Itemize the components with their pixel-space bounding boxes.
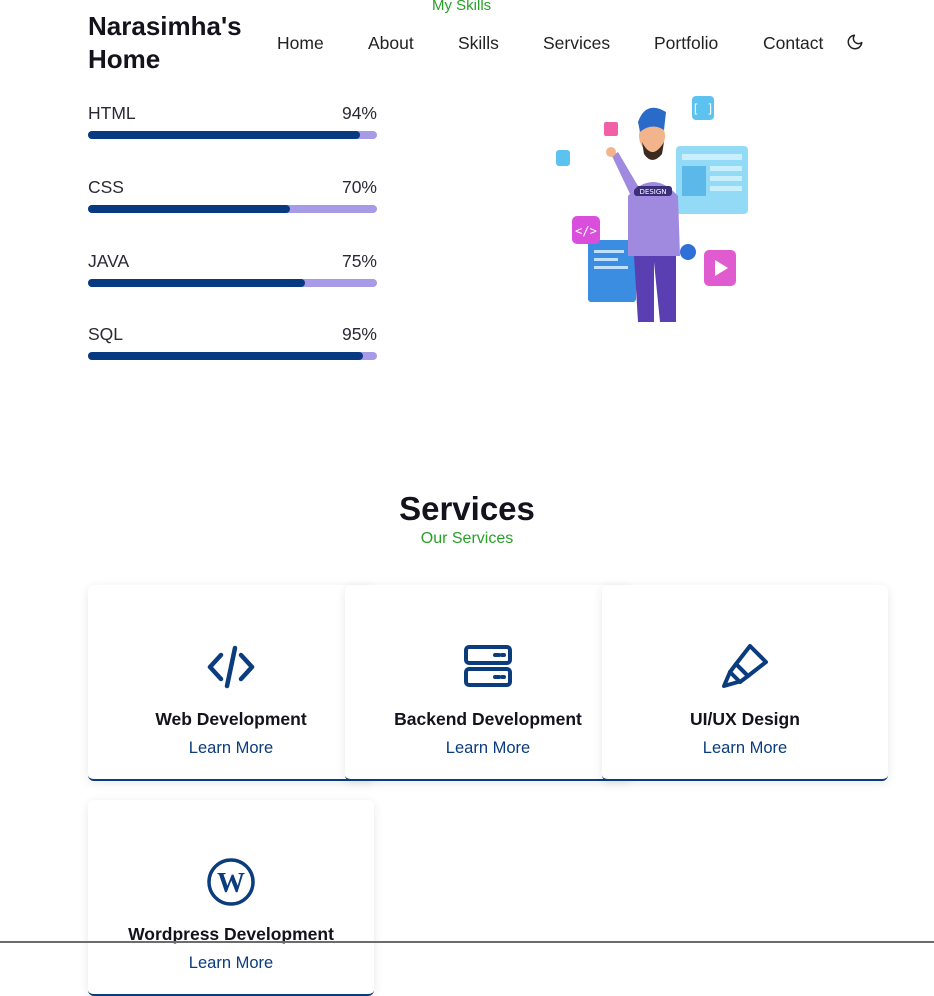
skill-name: HTML	[88, 103, 136, 123]
skills-subtitle: My Skills	[432, 0, 492, 14]
skill-bar	[88, 352, 377, 360]
skill-name: CSS	[88, 177, 124, 197]
skill-name: SQL	[88, 324, 124, 344]
service-card-wordpress[interactable]: W Wordpress Development Learn More	[88, 800, 374, 996]
nav-about[interactable]: About	[368, 33, 414, 54]
nav-services[interactable]: Services	[543, 33, 610, 54]
svg-text:[ ]: [ ]	[692, 102, 714, 116]
skill-percent: 95%	[341, 324, 377, 344]
nav-portfolio[interactable]: Portfolio	[654, 33, 718, 54]
learn-more-link[interactable]: Learn More	[88, 954, 374, 973]
skill-java: JAVA 75%	[88, 251, 377, 291]
skill-bar-fill	[88, 205, 291, 213]
skill-bar	[88, 279, 377, 287]
service-title: Web Development	[155, 709, 307, 729]
svg-text:</>: </>	[575, 224, 597, 238]
server-icon	[464, 645, 512, 687]
service-card-web[interactable]: Web Development Learn More	[88, 585, 374, 781]
nav-home[interactable]: Home	[277, 33, 324, 54]
site-brand[interactable]: Narasimha's Home	[88, 10, 268, 76]
service-title: Backend Development	[394, 709, 582, 729]
service-title: UI/UX Design	[690, 709, 800, 729]
services-title: Services	[399, 490, 535, 527]
services-subtitle: Our Services	[420, 530, 514, 547]
learn-more-link[interactable]: Learn More	[602, 739, 888, 758]
paintbrush-icon	[722, 644, 768, 688]
svg-text:W: W	[217, 868, 245, 899]
skill-percent: 94%	[341, 103, 377, 123]
nav-contact[interactable]: Contact	[763, 33, 823, 54]
learn-more-link[interactable]: Learn More	[88, 739, 374, 758]
skill-html: HTML 94%	[88, 103, 377, 143]
learn-more-link[interactable]: Learn More	[345, 739, 631, 758]
service-card-backend[interactable]: Backend Development Learn More	[345, 585, 631, 781]
skill-name: JAVA	[88, 251, 130, 271]
skill-percent: 75%	[341, 251, 377, 271]
skill-bar-fill	[88, 352, 363, 360]
wordpress-icon: W	[207, 858, 255, 906]
moon-icon[interactable]	[846, 33, 864, 51]
skill-bar-fill	[88, 279, 305, 287]
skill-percent: 70%	[341, 177, 377, 197]
nav-skills[interactable]: Skills	[458, 33, 499, 54]
skill-bar	[88, 131, 377, 139]
skill-bar-fill	[88, 131, 360, 139]
svg-text:DESIGN: DESIGN	[640, 188, 667, 196]
skill-css: CSS 70%	[88, 177, 377, 217]
skill-bar	[88, 205, 377, 213]
skill-sql: SQL 95%	[88, 324, 377, 364]
service-card-uiux[interactable]: UI/UX Design Learn More	[602, 585, 888, 781]
code-icon	[207, 645, 255, 689]
designer-illustration: </> [ ] DESIGN	[556, 96, 748, 322]
